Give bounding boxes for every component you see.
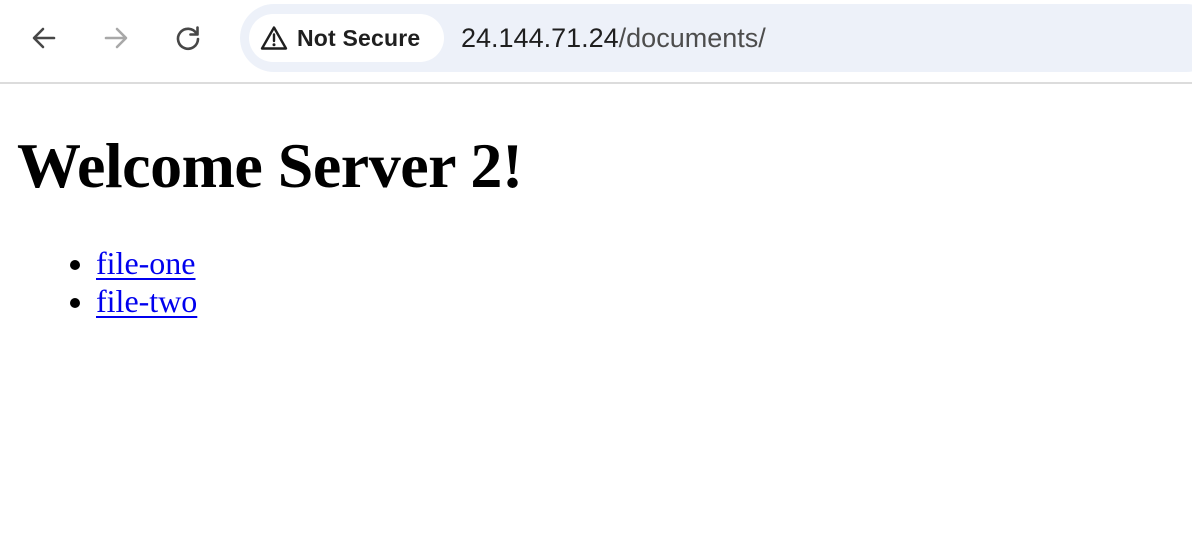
url-host: 24.144.71.24 — [461, 23, 619, 53]
arrow-left-icon — [30, 24, 58, 52]
file-list: file-one file-two — [0, 244, 197, 320]
security-indicator[interactable]: Not Secure — [249, 14, 444, 62]
address-bar[interactable]: Not Secure 24.144.71.24/documents/ — [240, 4, 1192, 72]
url-path: /documents/ — [618, 23, 766, 53]
file-two-link[interactable]: file-two — [96, 283, 197, 319]
page-content: Welcome Server 2! file-one file-two — [0, 86, 1192, 544]
url-text[interactable]: 24.144.71.24/documents/ — [461, 21, 766, 55]
back-button[interactable] — [24, 18, 64, 58]
page-title: Welcome Server 2! — [17, 130, 523, 201]
warning-triangle-icon — [259, 23, 289, 53]
forward-button[interactable] — [96, 18, 136, 58]
browser-toolbar: Not Secure 24.144.71.24/documents/ — [0, 0, 1192, 84]
reload-icon — [174, 24, 202, 52]
security-label: Not Secure — [297, 24, 421, 51]
arrow-right-icon — [102, 24, 130, 52]
list-item: file-two — [96, 282, 197, 320]
file-one-link[interactable]: file-one — [96, 245, 196, 281]
reload-button[interactable] — [168, 18, 208, 58]
list-item: file-one — [96, 244, 197, 282]
